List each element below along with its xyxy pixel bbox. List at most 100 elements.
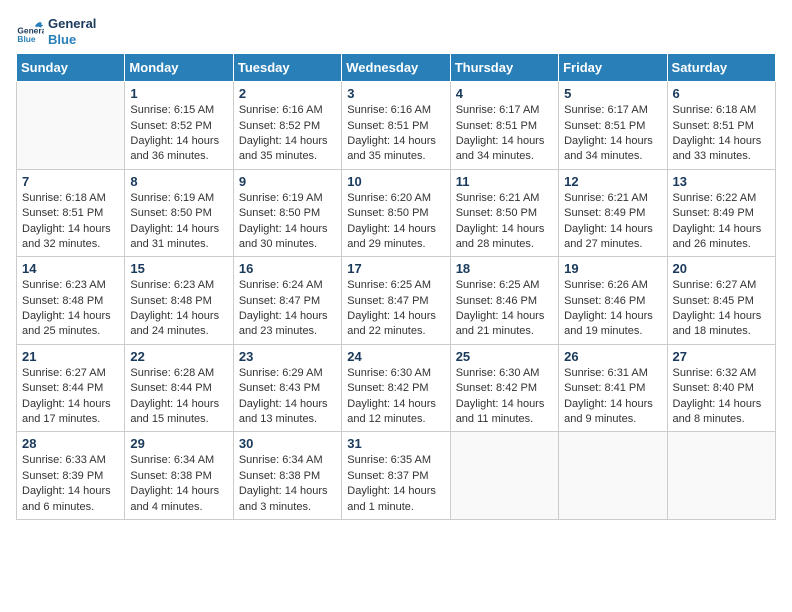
cell-line: Sunrise: 6:30 AM xyxy=(347,366,444,381)
cell-line: Sunset: 8:42 PM xyxy=(456,381,553,396)
day-number: 31 xyxy=(347,436,444,451)
day-number: 12 xyxy=(564,174,661,189)
cell-line: and 8 minutes. xyxy=(673,412,770,427)
cell-line: Sunset: 8:44 PM xyxy=(130,381,227,396)
calendar-cell: 25Sunrise: 6:30 AMSunset: 8:42 PMDayligh… xyxy=(450,344,558,432)
cell-line: Sunset: 8:51 PM xyxy=(347,119,444,134)
calendar-cell xyxy=(17,82,125,170)
cell-line: Sunrise: 6:27 AM xyxy=(673,278,770,293)
calendar-cell: 18Sunrise: 6:25 AMSunset: 8:46 PMDayligh… xyxy=(450,257,558,345)
day-number: 27 xyxy=(673,349,770,364)
cell-line: Daylight: 14 hours xyxy=(239,397,336,412)
cell-line: Sunset: 8:39 PM xyxy=(22,469,119,484)
cell-line: Daylight: 14 hours xyxy=(22,484,119,499)
calendar-cell: 27Sunrise: 6:32 AMSunset: 8:40 PMDayligh… xyxy=(667,344,775,432)
cell-line: and 30 minutes. xyxy=(239,237,336,252)
cell-line: Sunset: 8:48 PM xyxy=(22,294,119,309)
cell-line: Sunrise: 6:20 AM xyxy=(347,191,444,206)
cell-line: Sunset: 8:46 PM xyxy=(456,294,553,309)
logo-text-blue: Blue xyxy=(48,32,96,48)
day-number: 13 xyxy=(673,174,770,189)
calendar-cell: 14Sunrise: 6:23 AMSunset: 8:48 PMDayligh… xyxy=(17,257,125,345)
cell-line: Sunrise: 6:24 AM xyxy=(239,278,336,293)
cell-line: and 31 minutes. xyxy=(130,237,227,252)
calendar-week-2: 7Sunrise: 6:18 AMSunset: 8:51 PMDaylight… xyxy=(17,169,776,257)
svg-text:Blue: Blue xyxy=(17,33,35,43)
calendar-cell: 10Sunrise: 6:20 AMSunset: 8:50 PMDayligh… xyxy=(342,169,450,257)
cell-line: Daylight: 14 hours xyxy=(673,309,770,324)
cell-line: Sunrise: 6:27 AM xyxy=(22,366,119,381)
cell-line: Sunset: 8:50 PM xyxy=(130,206,227,221)
calendar-cell: 30Sunrise: 6:34 AMSunset: 8:38 PMDayligh… xyxy=(233,432,341,520)
calendar-cell xyxy=(559,432,667,520)
day-number: 3 xyxy=(347,86,444,101)
calendar-cell: 26Sunrise: 6:31 AMSunset: 8:41 PMDayligh… xyxy=(559,344,667,432)
cell-line: Sunrise: 6:30 AM xyxy=(456,366,553,381)
cell-line: Daylight: 14 hours xyxy=(22,397,119,412)
cell-line: Sunrise: 6:18 AM xyxy=(22,191,119,206)
cell-line: Sunset: 8:37 PM xyxy=(347,469,444,484)
cell-line: Daylight: 14 hours xyxy=(130,134,227,149)
cell-line: Sunset: 8:42 PM xyxy=(347,381,444,396)
col-header-monday: Monday xyxy=(125,54,233,82)
cell-line: Sunrise: 6:34 AM xyxy=(130,453,227,468)
cell-line: Sunset: 8:38 PM xyxy=(130,469,227,484)
cell-line: Sunset: 8:45 PM xyxy=(673,294,770,309)
cell-line: Sunrise: 6:18 AM xyxy=(673,103,770,118)
calendar-cell: 23Sunrise: 6:29 AMSunset: 8:43 PMDayligh… xyxy=(233,344,341,432)
cell-line: and 36 minutes. xyxy=(130,149,227,164)
cell-line: Sunset: 8:43 PM xyxy=(239,381,336,396)
day-number: 21 xyxy=(22,349,119,364)
calendar-cell: 8Sunrise: 6:19 AMSunset: 8:50 PMDaylight… xyxy=(125,169,233,257)
cell-line: Daylight: 14 hours xyxy=(456,134,553,149)
day-number: 30 xyxy=(239,436,336,451)
cell-line: and 9 minutes. xyxy=(564,412,661,427)
calendar-cell: 11Sunrise: 6:21 AMSunset: 8:50 PMDayligh… xyxy=(450,169,558,257)
cell-line: Sunset: 8:40 PM xyxy=(673,381,770,396)
cell-line: Sunrise: 6:25 AM xyxy=(456,278,553,293)
cell-line: and 34 minutes. xyxy=(564,149,661,164)
calendar-cell xyxy=(450,432,558,520)
calendar-week-4: 21 Sunrise: 6:27 AM Sunset: 8:44 PM Dayligh… xyxy=(17,344,776,432)
cell-line: Daylight: 14 hours xyxy=(564,397,661,412)
cell-line: Daylight: 14 hours xyxy=(456,309,553,324)
day-number: 20 xyxy=(673,261,770,276)
cell-line: and 19 minutes. xyxy=(564,324,661,339)
cell-line: Daylight: 14 hours xyxy=(673,397,770,412)
calendar-cell: 7Sunrise: 6:18 AMSunset: 8:51 PMDaylight… xyxy=(17,169,125,257)
calendar-cell: 28 Sunrise: 6:33 AMSunset: 8:39 PMDayligh… xyxy=(17,432,125,520)
cell-line: Sunset: 8:49 PM xyxy=(564,206,661,221)
page-header: General Blue General Blue xyxy=(16,16,776,47)
cell-line: and 17 minutes. xyxy=(22,412,119,427)
cell-line: Daylight: 14 hours xyxy=(347,222,444,237)
calendar-cell: 2Sunrise: 6:16 AMSunset: 8:52 PMDaylight… xyxy=(233,82,341,170)
cell-line: and 22 minutes. xyxy=(347,324,444,339)
cell-line: Sunrise: 6:16 AM xyxy=(239,103,336,118)
cell-line: Sunset: 8:51 PM xyxy=(673,119,770,134)
calendar-cell: 5Sunrise: 6:17 AMSunset: 8:51 PMDaylight… xyxy=(559,82,667,170)
cell-line: Sunrise: 6:26 AM xyxy=(564,278,661,293)
calendar-cell: 31Sunrise: 6:35 AMSunset: 8:37 PMDayligh… xyxy=(342,432,450,520)
cell-line: Sunset: 8:50 PM xyxy=(239,206,336,221)
logo-text-general: General xyxy=(48,16,96,32)
cell-line: Daylight: 14 hours xyxy=(347,484,444,499)
cell-line: Daylight: 14 hours xyxy=(564,309,661,324)
cell-line: and 33 minutes. xyxy=(673,149,770,164)
cell-line: Daylight: 14 hours xyxy=(564,222,661,237)
cell-line: Daylight: 14 hours xyxy=(22,309,119,324)
day-number: 28 xyxy=(22,436,119,451)
cell-line: Sunrise: 6:33 AM xyxy=(22,453,119,468)
cell-line: Sunrise: 6:19 AM xyxy=(130,191,227,206)
day-number: 29 xyxy=(130,436,227,451)
calendar-cell xyxy=(667,432,775,520)
calendar-cell: 4Sunrise: 6:17 AMSunset: 8:51 PMDaylight… xyxy=(450,82,558,170)
calendar-week-5: 28Sunrise: 6:33 AMSunset: 8:39 PMDayligh… xyxy=(17,432,776,520)
day-number: 24 xyxy=(347,349,444,364)
day-number: 26 xyxy=(564,349,661,364)
day-number: 8 xyxy=(130,174,227,189)
calendar-cell: 13Sunrise: 6:22 AMSunset: 8:49 PMDayligh… xyxy=(667,169,775,257)
cell-line: Daylight: 14 hours xyxy=(347,309,444,324)
cell-line: Sunrise: 6:22 AM xyxy=(673,191,770,206)
calendar-week-3: 14Sunrise: 6:23 AMSunset: 8:48 PMDayligh… xyxy=(17,257,776,345)
cell-line: Daylight: 14 hours xyxy=(564,134,661,149)
